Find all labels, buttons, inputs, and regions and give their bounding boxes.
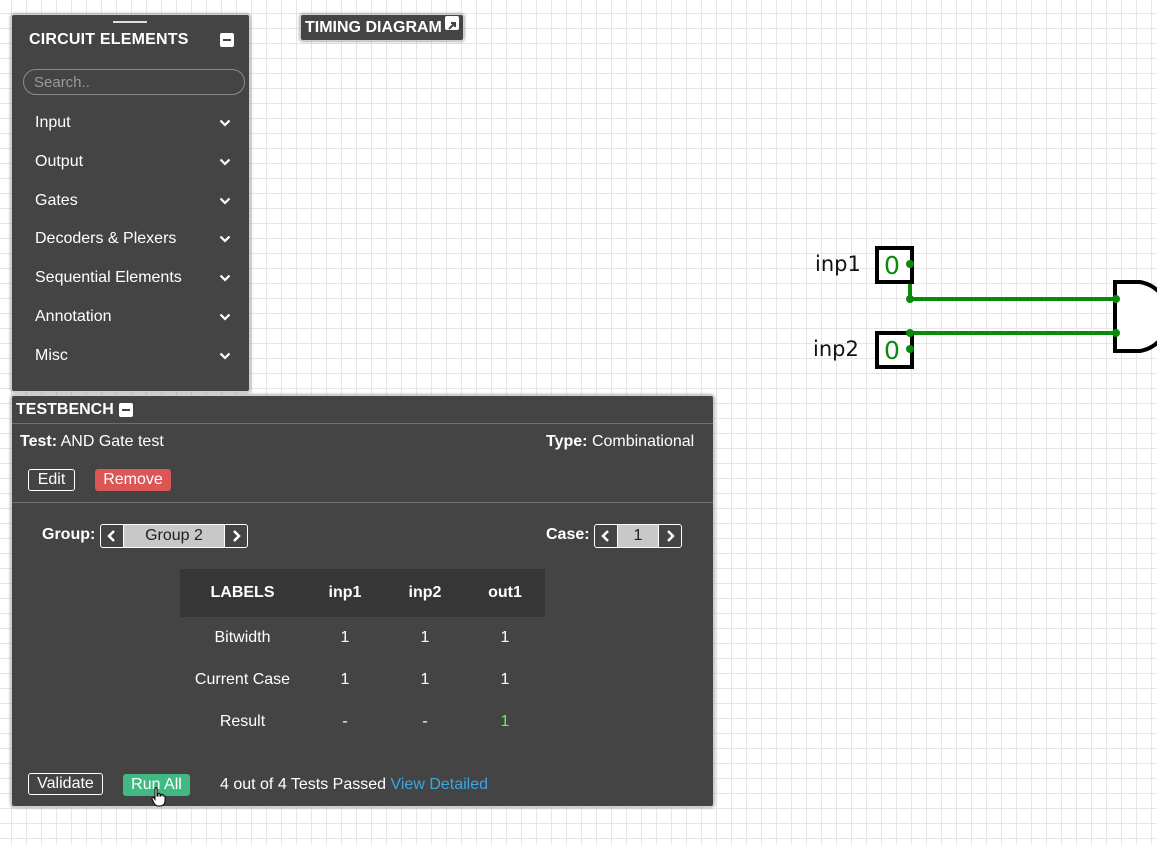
input-label-inp2: inp2 xyxy=(813,337,859,361)
group-label: Group: xyxy=(42,526,96,543)
chevron-down-icon xyxy=(219,352,231,360)
chevron-right-icon xyxy=(667,530,675,542)
remove-button[interactable]: Remove xyxy=(95,469,171,491)
wire-nodes xyxy=(906,260,1120,353)
and-gate[interactable] xyxy=(1113,280,1157,353)
case-next-button[interactable] xyxy=(658,525,681,547)
timing-diagram-button[interactable]: TIMING DIAGRAM xyxy=(300,14,464,41)
category-annotation[interactable]: Annotation xyxy=(35,306,235,330)
panel-title: CIRCUIT ELEMENTS xyxy=(29,31,189,48)
case-value: 1 xyxy=(633,527,643,544)
wire-inp2[interactable] xyxy=(908,331,1117,349)
category-decoders-plexers[interactable]: Decoders & Plexers xyxy=(35,228,235,252)
chevron-right-icon xyxy=(233,530,241,542)
test-info: Test: AND Gate test xyxy=(20,433,164,451)
category-label: Decoders & Plexers xyxy=(35,230,177,248)
validate-button[interactable]: Validate xyxy=(28,773,103,795)
table-cell: 1 xyxy=(340,629,350,646)
category-label: Gates xyxy=(35,191,78,209)
chevron-down-icon xyxy=(219,158,231,166)
drag-handle[interactable] xyxy=(113,21,147,23)
status-text: 4 out of 4 Tests Passed xyxy=(220,776,387,793)
category-gates[interactable]: Gates xyxy=(35,190,235,214)
group-prev-button[interactable] xyxy=(101,525,124,547)
chevron-left-icon xyxy=(601,530,609,542)
minimize-icon[interactable] xyxy=(220,33,234,47)
table-cell: - xyxy=(422,713,428,730)
category-sequential-elements[interactable]: Sequential Elements xyxy=(35,267,235,291)
test-table: LABELS inp1 inp2 out1 Bitwidth 1 1 1 Cur… xyxy=(180,569,545,743)
category-label: Annotation xyxy=(35,308,112,325)
chevron-down-icon xyxy=(219,274,231,282)
table-cell: Result xyxy=(219,713,266,730)
type-value: Combinational xyxy=(591,433,695,450)
table-cell: Current Case xyxy=(194,671,291,688)
case-stepper: 1 xyxy=(594,524,682,548)
table-row: Bitwidth 1 1 1 xyxy=(180,617,545,659)
table-cell: 1 xyxy=(340,671,350,688)
divider xyxy=(12,423,713,424)
divider xyxy=(12,502,713,503)
column-header: out1 xyxy=(465,569,545,617)
type-label: Type: xyxy=(546,433,588,450)
category-label: Misc xyxy=(35,346,68,364)
hand-cursor-icon xyxy=(151,787,166,807)
input-value-inp2: 0 xyxy=(884,336,900,365)
view-detailed-link[interactable]: View Detailed xyxy=(390,776,488,793)
test-name: AND Gate test xyxy=(60,433,164,450)
type-info: Type: Combinational xyxy=(546,433,694,451)
column-header: inp1 xyxy=(305,569,385,617)
wire-inp1[interactable] xyxy=(908,264,1117,301)
case-label: Case: xyxy=(546,526,590,543)
search-input[interactable] xyxy=(23,69,245,95)
table-row: Current Case 1 1 1 xyxy=(180,659,545,701)
chevron-left-icon xyxy=(107,530,115,542)
expand-icon xyxy=(444,16,459,30)
input-value-inp1: 0 xyxy=(884,251,900,280)
chevron-down-icon xyxy=(219,119,231,127)
case-prev-button[interactable] xyxy=(595,525,618,547)
test-status: 4 out of 4 Tests Passed View Detailed xyxy=(220,776,488,794)
category-input[interactable]: Input xyxy=(35,112,235,136)
group-next-button[interactable] xyxy=(224,525,247,547)
group-stepper: Group 2 xyxy=(100,524,248,548)
category-label: Sequential Elements xyxy=(35,269,182,287)
circuit-elements-panel: CIRCUIT ELEMENTS Input Output Gates Decoder… xyxy=(11,14,250,392)
chevron-down-icon xyxy=(219,313,231,321)
testbench-panel: TESTBENCH Test: AND Gate test Type: Comb… xyxy=(11,395,714,807)
edit-button[interactable]: Edit xyxy=(28,469,75,491)
table-cell: 1 xyxy=(420,671,430,688)
category-label: Output xyxy=(35,152,84,170)
table-cell: - xyxy=(342,713,348,730)
category-output[interactable]: Output xyxy=(35,151,235,175)
minimize-icon[interactable] xyxy=(119,403,133,417)
table-cell: Bitwidth xyxy=(214,629,271,646)
chevron-down-icon xyxy=(219,197,231,205)
test-label: Test: xyxy=(20,433,58,450)
column-header: inp2 xyxy=(385,569,465,617)
table-header-row: LABELS inp1 inp2 out1 xyxy=(180,569,545,617)
table-row: Result - - 1 xyxy=(180,701,545,743)
category-misc[interactable]: Misc xyxy=(35,345,235,369)
result-pass-cell: 1 xyxy=(500,713,510,730)
chevron-down-icon xyxy=(219,236,231,243)
input-label-inp1: inp1 xyxy=(815,252,861,276)
table-cell: 1 xyxy=(500,629,510,646)
timing-diagram-label: TIMING DIAGRAM xyxy=(305,19,442,36)
panel-title: TESTBENCH xyxy=(16,401,114,418)
group-value: Group 2 xyxy=(145,527,203,544)
category-label: Input xyxy=(35,114,71,131)
table-cell: 1 xyxy=(420,629,430,646)
column-header: LABELS xyxy=(180,569,305,617)
table-cell: 1 xyxy=(500,671,510,688)
